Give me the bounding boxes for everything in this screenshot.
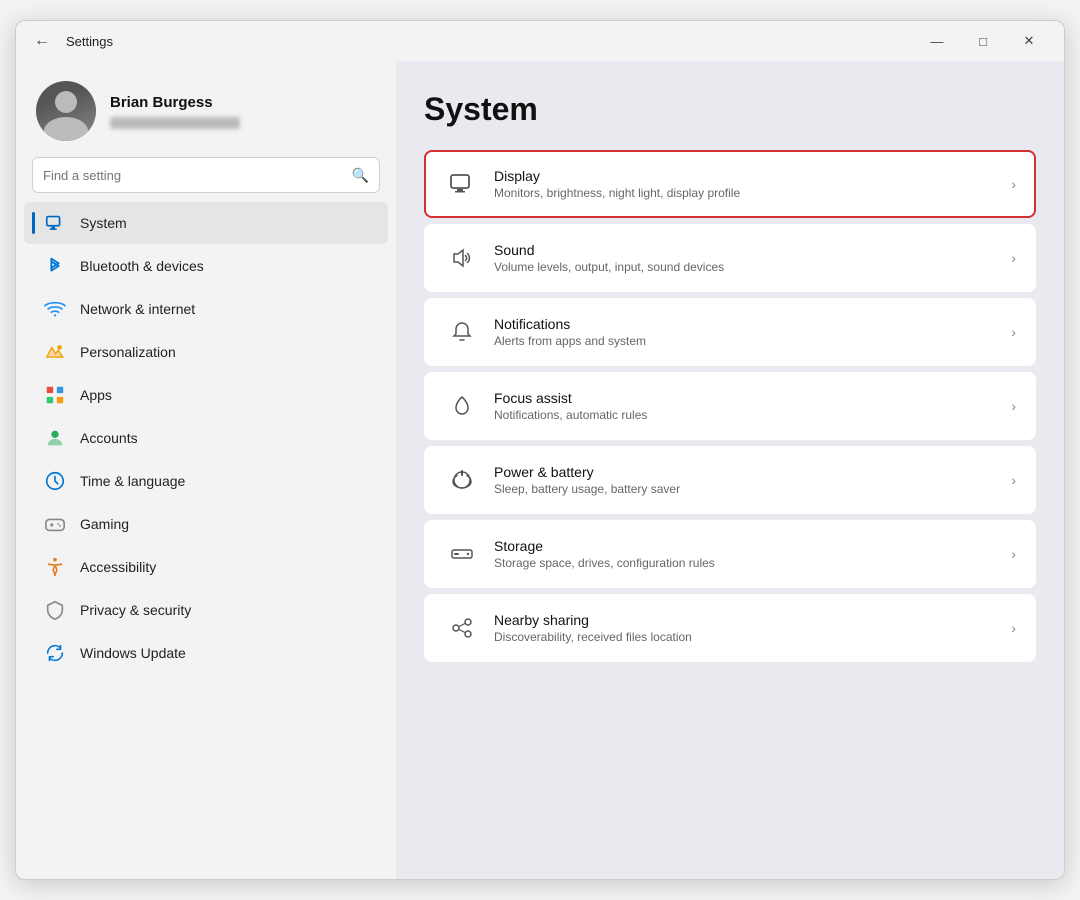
settings-item-sound[interactable]: Sound Volume levels, output, input, soun… bbox=[424, 224, 1036, 292]
settings-item-nearby[interactable]: Nearby sharing Discoverability, received… bbox=[424, 594, 1036, 662]
display-text: Display Monitors, brightness, night ligh… bbox=[480, 168, 1011, 200]
user-info: Brian Burgess bbox=[110, 94, 240, 129]
focus-icon bbox=[444, 388, 480, 424]
nav-menu: System Bluetooth & devices bbox=[16, 201, 396, 675]
sidebar-item-label-personalization: Personalization bbox=[80, 344, 176, 360]
sidebar-item-privacy[interactable]: Privacy & security bbox=[24, 589, 388, 631]
user-name: Brian Burgess bbox=[110, 94, 240, 111]
nearby-text: Nearby sharing Discoverability, received… bbox=[480, 612, 1011, 644]
search-icon: 🔍 bbox=[352, 167, 369, 184]
sidebar-item-accessibility[interactable]: Accessibility bbox=[24, 546, 388, 588]
bluetooth-icon bbox=[44, 255, 66, 277]
titlebar-left: ← Settings bbox=[28, 28, 113, 54]
notifications-title: Notifications bbox=[494, 316, 1011, 332]
sidebar-item-label-accounts: Accounts bbox=[80, 430, 138, 446]
settings-list: Display Monitors, brightness, night ligh… bbox=[424, 150, 1036, 662]
settings-window: ← Settings — □ ✕ Brian Burgess bbox=[15, 20, 1065, 880]
focus-chevron: › bbox=[1011, 398, 1016, 414]
sidebar: Brian Burgess 🔍 bbox=[16, 61, 396, 879]
power-title: Power & battery bbox=[494, 464, 1011, 480]
sidebar-item-bluetooth[interactable]: Bluetooth & devices bbox=[24, 245, 388, 287]
sidebar-item-accounts[interactable]: Accounts bbox=[24, 417, 388, 459]
page-title: System bbox=[424, 91, 1036, 128]
content-area: System Display Monitors, brightness, nig… bbox=[396, 61, 1064, 879]
sidebar-item-apps[interactable]: Apps bbox=[24, 374, 388, 416]
sidebar-item-label-system: System bbox=[80, 215, 127, 231]
display-icon bbox=[444, 166, 480, 202]
close-button[interactable]: ✕ bbox=[1006, 25, 1052, 57]
power-desc: Sleep, battery usage, battery saver bbox=[494, 482, 1011, 496]
sound-desc: Volume levels, output, input, sound devi… bbox=[494, 260, 1011, 274]
search-box[interactable]: 🔍 bbox=[32, 157, 380, 193]
time-icon bbox=[44, 470, 66, 492]
titlebar-controls: — □ ✕ bbox=[914, 25, 1052, 57]
sidebar-item-label-apps: Apps bbox=[80, 387, 112, 403]
main-layout: Brian Burgess 🔍 bbox=[16, 61, 1064, 879]
accessibility-icon bbox=[44, 556, 66, 578]
power-chevron: › bbox=[1011, 472, 1016, 488]
update-icon bbox=[44, 642, 66, 664]
user-section: Brian Burgess bbox=[16, 61, 396, 157]
user-email bbox=[110, 117, 240, 129]
storage-text: Storage Storage space, drives, configura… bbox=[480, 538, 1011, 570]
sound-icon bbox=[444, 240, 480, 276]
notifications-chevron: › bbox=[1011, 324, 1016, 340]
nearby-desc: Discoverability, received files location bbox=[494, 630, 1011, 644]
sidebar-item-label-time: Time & language bbox=[80, 473, 185, 489]
sidebar-item-personalization[interactable]: Personalization bbox=[24, 331, 388, 373]
storage-chevron: › bbox=[1011, 546, 1016, 562]
settings-item-notifications[interactable]: Notifications Alerts from apps and syste… bbox=[424, 298, 1036, 366]
sidebar-item-time[interactable]: Time & language bbox=[24, 460, 388, 502]
settings-item-focus[interactable]: Focus assist Notifications, automatic ru… bbox=[424, 372, 1036, 440]
power-icon bbox=[444, 462, 480, 498]
sidebar-item-gaming[interactable]: Gaming bbox=[24, 503, 388, 545]
storage-icon bbox=[444, 536, 480, 572]
display-desc: Monitors, brightness, night light, displ… bbox=[494, 186, 1011, 200]
back-button[interactable]: ← bbox=[28, 28, 56, 54]
personalization-icon bbox=[44, 341, 66, 363]
sound-title: Sound bbox=[494, 242, 1011, 258]
sidebar-item-label-bluetooth: Bluetooth & devices bbox=[80, 258, 204, 274]
accounts-icon bbox=[44, 427, 66, 449]
sidebar-item-update[interactable]: Windows Update bbox=[24, 632, 388, 674]
apps-icon bbox=[44, 384, 66, 406]
notifications-icon bbox=[444, 314, 480, 350]
nearby-chevron: › bbox=[1011, 620, 1016, 636]
notifications-desc: Alerts from apps and system bbox=[494, 334, 1011, 348]
titlebar-title: Settings bbox=[66, 34, 113, 49]
notifications-text: Notifications Alerts from apps and syste… bbox=[480, 316, 1011, 348]
sound-text: Sound Volume levels, output, input, soun… bbox=[480, 242, 1011, 274]
gaming-icon bbox=[44, 513, 66, 535]
sidebar-item-label-network: Network & internet bbox=[80, 301, 195, 317]
focus-text: Focus assist Notifications, automatic ru… bbox=[480, 390, 1011, 422]
settings-item-display[interactable]: Display Monitors, brightness, night ligh… bbox=[424, 150, 1036, 218]
display-title: Display bbox=[494, 168, 1011, 184]
nearby-icon bbox=[444, 610, 480, 646]
sidebar-item-label-update: Windows Update bbox=[80, 645, 186, 661]
settings-item-storage[interactable]: Storage Storage space, drives, configura… bbox=[424, 520, 1036, 588]
sidebar-item-label-gaming: Gaming bbox=[80, 516, 129, 532]
storage-desc: Storage space, drives, configuration rul… bbox=[494, 556, 1011, 570]
sidebar-item-label-accessibility: Accessibility bbox=[80, 559, 156, 575]
power-text: Power & battery Sleep, battery usage, ba… bbox=[480, 464, 1011, 496]
minimize-button[interactable]: — bbox=[914, 25, 960, 57]
display-chevron: › bbox=[1011, 176, 1016, 192]
privacy-icon bbox=[44, 599, 66, 621]
sidebar-item-system[interactable]: System bbox=[24, 202, 388, 244]
avatar bbox=[36, 81, 96, 141]
focus-desc: Notifications, automatic rules bbox=[494, 408, 1011, 422]
maximize-button[interactable]: □ bbox=[960, 25, 1006, 57]
storage-title: Storage bbox=[494, 538, 1011, 554]
avatar-image bbox=[36, 81, 96, 141]
sound-chevron: › bbox=[1011, 250, 1016, 266]
sidebar-item-network[interactable]: Network & internet bbox=[24, 288, 388, 330]
focus-title: Focus assist bbox=[494, 390, 1011, 406]
sidebar-item-label-privacy: Privacy & security bbox=[80, 602, 191, 618]
titlebar: ← Settings — □ ✕ bbox=[16, 21, 1064, 61]
system-icon bbox=[44, 212, 66, 234]
network-icon bbox=[44, 298, 66, 320]
nearby-title: Nearby sharing bbox=[494, 612, 1011, 628]
settings-item-power[interactable]: Power & battery Sleep, battery usage, ba… bbox=[424, 446, 1036, 514]
search-input[interactable] bbox=[43, 168, 352, 183]
